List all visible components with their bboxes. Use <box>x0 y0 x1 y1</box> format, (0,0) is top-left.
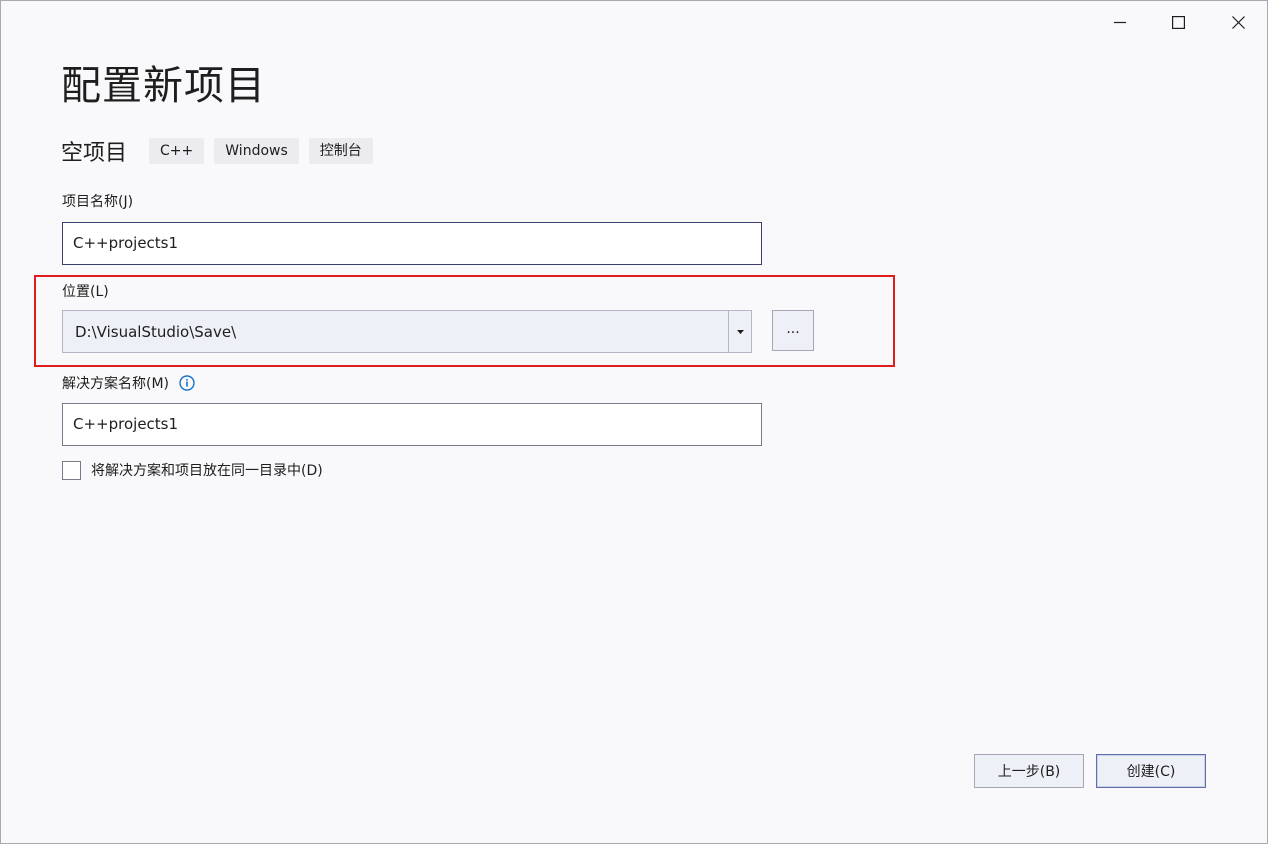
dialog-window: 配置新项目 空项目 C++ Windows 控制台 项目名称(J) 位置(L) … <box>0 0 1268 844</box>
tag-language: C++ <box>149 138 205 164</box>
close-icon <box>1231 15 1245 29</box>
location-dropdown-arrow[interactable] <box>728 311 751 352</box>
project-name-input[interactable] <box>62 222 762 265</box>
page-title: 配置新项目 <box>61 63 266 109</box>
minimize-button[interactable] <box>1097 7 1143 37</box>
location-value: D:\VisualStudio\Save\ <box>75 322 237 341</box>
solution-name-label: 解决方案名称(M) <box>62 376 170 392</box>
minimize-icon <box>1114 21 1126 24</box>
create-button[interactable]: 创建(C) <box>1096 754 1206 788</box>
caret-down-icon <box>736 329 744 334</box>
template-summary: 空项目 C++ Windows 控制台 <box>61 135 383 167</box>
solution-name-input[interactable] <box>62 403 762 446</box>
template-name: 空项目 <box>61 141 128 166</box>
same-directory-label: 将解决方案和项目放在同一目录中(D) <box>91 463 323 479</box>
same-directory-checkbox[interactable] <box>62 460 81 480</box>
info-icon[interactable] <box>179 374 196 391</box>
location-label: 位置(L) <box>62 284 109 300</box>
maximize-icon <box>1171 15 1185 29</box>
same-directory-option[interactable]: 将解决方案和项目放在同一目录中(D) <box>62 460 323 480</box>
location-combobox[interactable]: D:\VisualStudio\Save\ <box>62 310 752 353</box>
tag-platform: Windows <box>214 138 299 164</box>
browse-location-button[interactable]: ... <box>772 310 814 351</box>
close-button[interactable] <box>1215 7 1261 37</box>
maximize-button[interactable] <box>1155 7 1201 37</box>
project-name-label: 项目名称(J) <box>62 194 134 210</box>
back-button[interactable]: 上一步(B) <box>974 754 1084 788</box>
tag-project-type: 控制台 <box>308 138 373 164</box>
solution-name-label-row: 解决方案名称(M) <box>62 373 196 393</box>
